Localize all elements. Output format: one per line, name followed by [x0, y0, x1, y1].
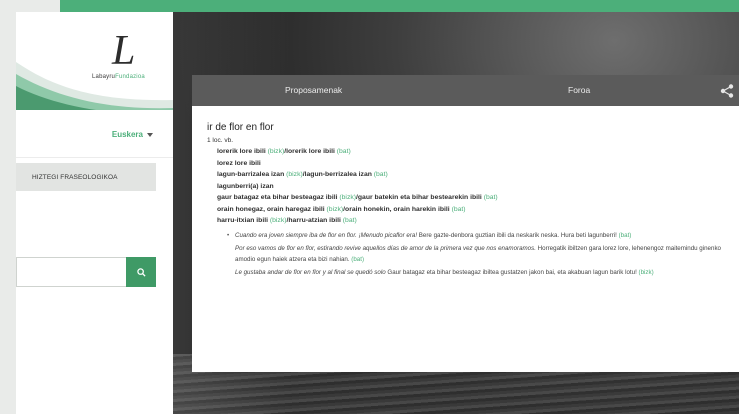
expression-item: lagun-barrizalea izan (bizk)/lagun-berri… — [217, 171, 388, 178]
citation-item: Le gustaba andar de flor en flor y al fi… — [235, 269, 654, 276]
expression-list: lorerik lore ibili (bizk)/lorerik lore i… — [207, 148, 732, 224]
sense-label: 1 loc. vb. — [207, 137, 234, 144]
top-accent-bar — [60, 0, 739, 12]
citation-list: • Cuando era joven siempre iba de flor en… — [227, 230, 732, 278]
expression-item: lagunberri(a) izan — [217, 182, 274, 190]
logo-mark: L — [112, 28, 136, 74]
citation-item: Por eso vamos de flor en flor, estirando… — [235, 245, 721, 263]
expression-item: gaur batagaz eta bihar besteagaz ibili (… — [217, 194, 498, 201]
search-box — [16, 257, 156, 287]
search-icon — [136, 267, 146, 277]
logo[interactable]: L LabayruFundazioa — [16, 12, 173, 117]
logo-wave-graphic — [16, 62, 173, 117]
tab-bar: Proposamenak Foroa — [192, 75, 739, 106]
chevron-down-icon — [147, 133, 153, 137]
entry-content: ir de flor en flor 1 loc. vb. lorerik lo… — [207, 122, 732, 280]
logo-text: LabayruFundazioa — [92, 74, 145, 80]
expression-item: harru-itxian ibili (bizk)/harru-atzian i… — [217, 217, 357, 224]
menu-item-phraseology[interactable]: HIZTEGI FRASEOLOGIKOA — [16, 163, 156, 191]
search-input[interactable] — [16, 257, 126, 287]
expression-item: lorerik lore ibili (bizk)/lorerik lore i… — [217, 148, 351, 155]
tab-proposals[interactable]: Proposamenak — [285, 75, 342, 106]
entry-title: ir de flor en flor — [207, 122, 274, 133]
expression-item: lorez lore ibili — [217, 159, 261, 167]
language-selected: Euskera — [111, 130, 143, 139]
share-icon[interactable] — [719, 83, 735, 99]
search-button[interactable] — [126, 257, 156, 287]
tab-forum[interactable]: Foroa — [568, 75, 590, 106]
dictionary-panel: Proposamenak Foroa ir de flor en flor 1 … — [192, 75, 739, 372]
expression-item: orain honegaz, orain haregaz ibili (bizk… — [217, 205, 466, 213]
citation-item: • Cuando era joven siempre iba de flor en… — [227, 232, 632, 239]
sidebar: L LabayruFundazioa Euskera HIZTEGI FRASE… — [16, 12, 173, 414]
language-selector[interactable]: Euskera — [16, 110, 173, 158]
